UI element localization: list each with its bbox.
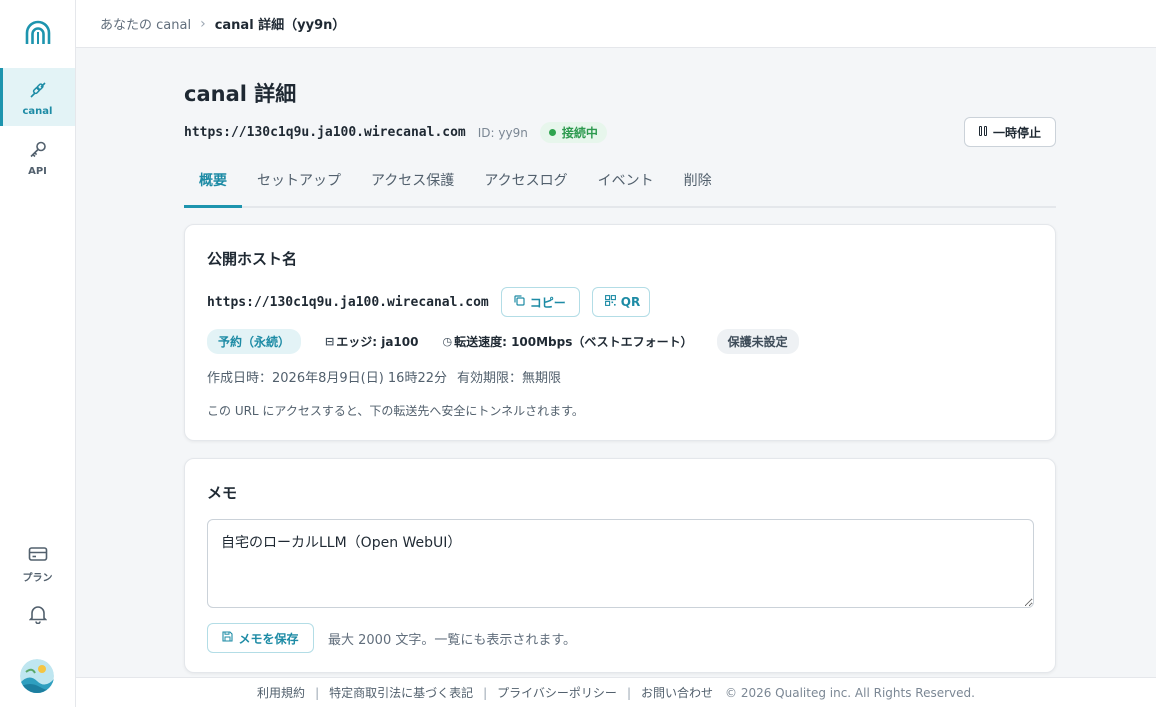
footer-link-terms[interactable]: 利用規約 [257,684,305,701]
tab-events[interactable]: イベント [583,160,669,206]
tab-access-protection[interactable]: アクセス保護 [356,160,469,206]
copy-icon [514,295,525,309]
pause-icon [978,125,987,139]
public-host-row: https://130c1q9u.ja100.wirecanal.com コピー… [207,287,650,317]
public-host-description: この URL にアクセスすると、下の転送先へ安全にトンネルされます。 [207,404,584,418]
server-icon: ⊟ [325,335,335,348]
memo-card: メモ 自宅のローカルLLM（Open WebUI） メモを保存 最大 2000 … [184,458,1056,673]
sidebar-item-api[interactable]: API [0,140,75,180]
sidebar-item-label: プラン [22,573,53,584]
breadcrumb-current: canal 詳細（yy9n） [214,18,346,33]
key-icon [28,140,48,164]
footer-divider: | [483,685,488,700]
edge-text: エッジ: ja100 [336,335,419,349]
status-text: 接続中 [561,126,598,140]
chevron-right-icon: › [200,15,206,32]
plan-badge: 予約（永続） [207,329,302,354]
speed-info: ◷ 転送速度: 100Mbps（ベストエフォート） [442,333,692,350]
memo-actions: メモを保存 最大 2000 文字。一覧にも表示されます。 [207,623,576,653]
sidebar-item-canal[interactable]: canal [0,68,75,126]
breadcrumb-link-canals[interactable]: あなたの canal [100,14,191,33]
copy-button[interactable]: コピー [500,287,580,317]
footer-divider: | [315,685,320,700]
sidebar-item-label: API [28,166,47,177]
breadcrumb: あなたの canal › canal 詳細（yy9n） [76,0,1156,48]
link-icon [28,80,48,104]
footer-link-contact[interactable]: お問い合わせ [641,684,713,701]
expiry-date: 有効期限：無期限 [457,371,562,386]
protection-badge: 保護未設定 [716,329,799,354]
qr-button[interactable]: QR [591,287,650,317]
page-title: canal 詳細 [184,82,297,106]
tab-access-log[interactable]: アクセスログ [469,160,582,206]
avatar[interactable] [20,659,54,693]
logo-icon[interactable] [23,20,53,46]
edge-info: ⊟ エッジ: ja100 [325,333,418,350]
gauge-icon: ◷ [442,335,453,348]
tab-overview[interactable]: 概要 [184,160,242,208]
tab-setup[interactable]: セットアップ [242,160,356,206]
created-date: 作成日時：2026年8月9日(日) 16時22分 [207,371,447,386]
save-icon [222,631,234,645]
canal-id: ID: yy9n [477,125,528,140]
qr-code-icon [604,295,616,309]
canal-attributes: 予約（永続） ⊟ エッジ: ja100 ◷ 転送速度: 100Mbps（ベストエ… [207,329,799,354]
credit-card-icon [28,545,48,567]
public-host-url: https://130c1q9u.ja100.wirecanal.com [207,294,489,310]
save-memo-label: メモを保存 [238,631,299,646]
pause-button-label: 一時停止 [992,125,1041,140]
footer-link-privacy[interactable]: プライバシーポリシー [497,684,617,701]
sidebar-item-label: canal [22,106,53,117]
speed-text: 転送速度: 100Mbps（ベストエフォート） [454,335,693,349]
memo-title: メモ [207,484,238,502]
header-host-url: https://130c1q9u.ja100.wirecanal.com [184,125,466,140]
footer-divider: | [626,685,631,700]
status-dot-icon [548,129,556,136]
created-info: 作成日時：2026年8月9日(日) 16時22分 有効期限：無期限 [207,367,561,386]
save-memo-button[interactable]: メモを保存 [207,623,314,653]
memo-hint: 最大 2000 文字。一覧にも表示されます。 [328,632,577,648]
qr-button-label: QR [620,295,641,309]
memo-textarea[interactable]: 自宅のローカルLLM（Open WebUI） [207,519,1034,608]
copy-button-label: コピー [529,295,566,310]
status-badge: 接続中 [539,122,607,143]
public-host-title: 公開ホスト名 [207,250,298,268]
pause-button[interactable]: 一時停止 [964,117,1056,147]
footer-link-commerce-law[interactable]: 特定商取引法に基づく表記 [329,684,473,701]
sidebar: canal API プラン [0,0,76,707]
bell-icon [28,604,47,628]
notifications-button[interactable] [0,604,75,628]
sidebar-item-plan[interactable]: プラン [0,545,75,585]
header-host-line: https://130c1q9u.ja100.wirecanal.com ID:… [184,122,607,143]
public-host-card: 公開ホスト名 https://130c1q9u.ja100.wirecanal.… [184,224,1056,441]
copyright: © 2026 Qualiteg inc. All Rights Reserved… [725,685,975,700]
footer: 利用規約 | 特定商取引法に基づく表記 | プライバシーポリシー | お問い合わ… [76,677,1156,707]
tab-delete[interactable]: 削除 [669,160,727,206]
tab-bar: 概要 セットアップ アクセス保護 アクセスログ イベント 削除 [184,160,1056,208]
